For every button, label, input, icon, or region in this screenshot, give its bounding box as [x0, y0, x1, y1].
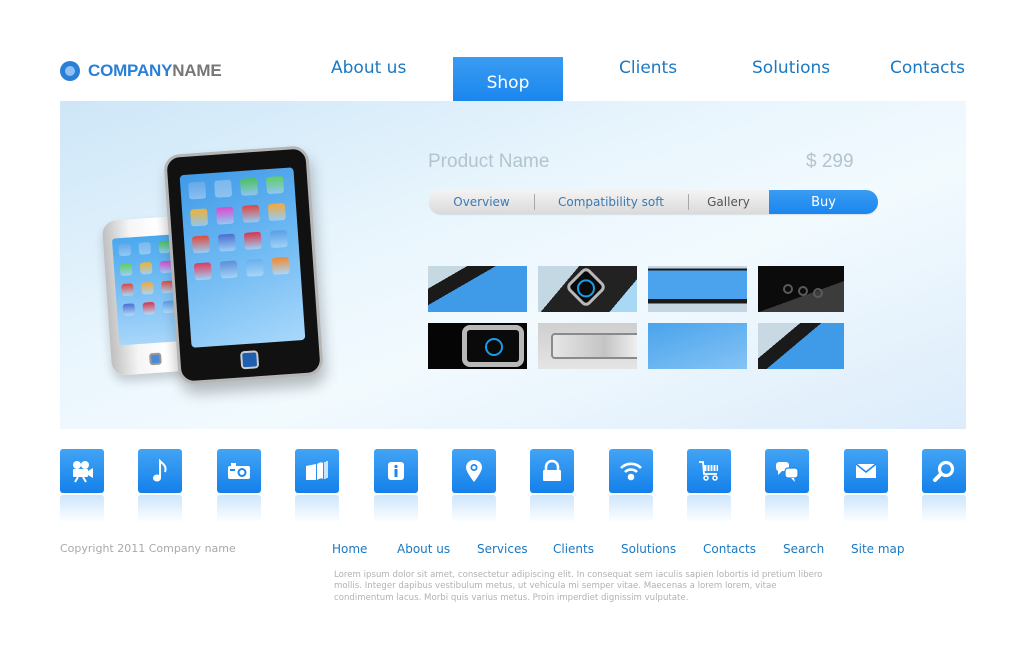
- footer-link-about-us[interactable]: About us: [397, 542, 450, 556]
- logo-circle-icon: [60, 61, 80, 81]
- gallery-thumb-phone-corner[interactable]: [428, 266, 527, 312]
- app-icon: [188, 181, 207, 200]
- icon-reflection: [844, 495, 888, 523]
- gallery-thumb-screen-bottom[interactable]: [648, 266, 747, 312]
- app-icon: [138, 241, 152, 255]
- photo-camera-icon[interactable]: [217, 449, 261, 493]
- company-name: COMPANYNAME: [88, 61, 222, 80]
- power-icon: [462, 325, 524, 367]
- icon-reflection: [922, 495, 966, 523]
- app-icon: [118, 243, 132, 257]
- location-pin-icon[interactable]: [452, 449, 496, 493]
- app-icon: [265, 176, 285, 195]
- feature-icon-row: [60, 449, 966, 529]
- mail-icon[interactable]: [844, 449, 888, 493]
- footer-description: Lorem ipsum dolor sit amet, consectetur …: [334, 570, 823, 603]
- gallery-thumbnails: [428, 266, 857, 369]
- app-icon: [267, 202, 286, 222]
- tablet-image: [163, 145, 324, 385]
- app-icon: [219, 260, 238, 279]
- gallery-thumb-speaker[interactable]: [758, 266, 844, 312]
- tab-overview[interactable]: Overview: [429, 190, 534, 214]
- home-button-icon: [564, 266, 608, 309]
- app-icon: [215, 206, 235, 225]
- info-icon[interactable]: [374, 449, 418, 493]
- tab-gallery[interactable]: Gallery: [688, 190, 769, 214]
- app-icon: [141, 281, 154, 295]
- gallery-thumb-phone-corner-2[interactable]: [758, 323, 844, 369]
- nav-contacts[interactable]: Contacts: [890, 58, 965, 78]
- icon-reflection: [295, 495, 339, 523]
- app-icon: [139, 261, 153, 275]
- icon-reflection: [530, 495, 574, 523]
- music-note-icon[interactable]: [138, 449, 182, 493]
- tab-compatibility-soft[interactable]: Compatibility soft: [534, 190, 688, 214]
- icon-reflection: [687, 495, 731, 523]
- app-icon: [241, 204, 261, 223]
- icon-reflection: [138, 495, 182, 523]
- wifi-icon[interactable]: [609, 449, 653, 493]
- footer-link-site-map[interactable]: Site map: [851, 542, 905, 556]
- app-icon: [271, 256, 290, 275]
- app-icon: [245, 258, 264, 277]
- product-hero: Product Name $ 299 Overview Compatibilit…: [60, 101, 966, 429]
- app-icon-grid: [188, 176, 290, 281]
- app-icon: [214, 179, 233, 198]
- icon-reflection: [765, 495, 809, 523]
- app-icon: [142, 301, 156, 315]
- nav-shop[interactable]: Shop: [453, 57, 563, 101]
- speaker-hole-icon: [798, 286, 808, 296]
- nav-solutions[interactable]: Solutions: [752, 58, 830, 78]
- app-icon: [193, 262, 212, 281]
- footer-link-clients[interactable]: Clients: [553, 542, 594, 556]
- nav-about-us[interactable]: About us: [331, 58, 406, 78]
- book-icon[interactable]: [295, 449, 339, 493]
- tablet-screen: [179, 167, 306, 348]
- footer-link-contacts[interactable]: Contacts: [703, 542, 756, 556]
- app-icon: [121, 283, 134, 297]
- footer-link-services[interactable]: Services: [477, 542, 528, 556]
- footer-link-solutions[interactable]: Solutions: [621, 542, 676, 556]
- video-camera-icon[interactable]: [60, 449, 104, 493]
- app-icon-grid: [118, 240, 176, 317]
- side-button-icon: [551, 333, 637, 359]
- footer-link-search[interactable]: Search: [783, 542, 824, 556]
- lock-icon[interactable]: [530, 449, 574, 493]
- product-tabs: Overview Compatibility soft Gallery Buy: [429, 190, 878, 214]
- gallery-thumb-side-button[interactable]: [538, 323, 637, 369]
- app-icon: [190, 208, 209, 227]
- product-price: $ 299: [806, 151, 854, 172]
- icon-reflection: [609, 495, 653, 523]
- shopping-cart-icon[interactable]: [687, 449, 731, 493]
- app-icon: [269, 229, 288, 249]
- product-name: Product Name: [428, 151, 550, 172]
- company-logo[interactable]: COMPANYNAME: [60, 60, 222, 82]
- home-button-icon: [149, 352, 162, 366]
- app-icon: [119, 263, 133, 277]
- icon-reflection: [452, 495, 496, 523]
- icon-reflection: [60, 495, 104, 523]
- search-icon[interactable]: [922, 449, 966, 493]
- app-icon: [191, 235, 211, 254]
- buy-button[interactable]: Buy: [769, 190, 878, 214]
- app-icon: [243, 231, 262, 250]
- footer-link-home[interactable]: Home: [332, 542, 367, 556]
- home-button-icon: [240, 350, 260, 370]
- nav-clients[interactable]: Clients: [619, 58, 677, 78]
- speaker-hole-icon: [813, 288, 823, 298]
- icon-reflection: [217, 495, 261, 523]
- app-icon: [122, 303, 136, 317]
- app-icon: [239, 177, 259, 196]
- gallery-thumb-app-icons[interactable]: [648, 323, 747, 369]
- speaker-hole-icon: [783, 284, 793, 294]
- app-icon: [217, 233, 236, 252]
- gallery-thumb-power-button[interactable]: [428, 323, 527, 369]
- copyright-text: Copyright 2011 Company name: [60, 542, 236, 555]
- gallery-thumb-home-button[interactable]: [538, 266, 637, 312]
- icon-reflection: [374, 495, 418, 523]
- chat-bubbles-icon[interactable]: [765, 449, 809, 493]
